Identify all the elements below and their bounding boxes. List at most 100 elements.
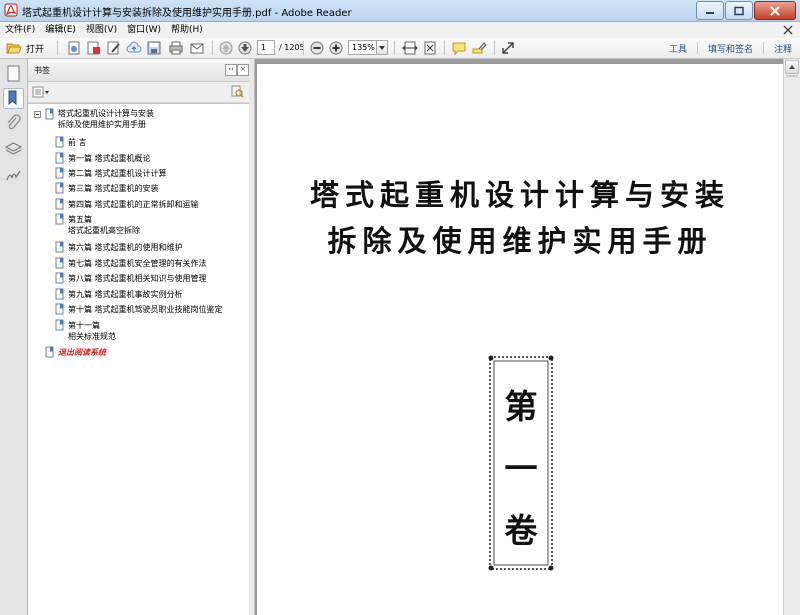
volume-char-1: 第: [504, 387, 538, 426]
next-page-icon[interactable]: [237, 40, 253, 56]
attachments-button[interactable]: [4, 114, 23, 133]
page-number-input[interactable]: 1: [257, 40, 275, 55]
layers-button[interactable]: [4, 140, 23, 159]
fill-sign-link[interactable]: 填写和签名: [708, 42, 753, 55]
bookmark-item-part-8[interactable]: 第八篇 塔式起重机相关知识与使用管理: [68, 273, 207, 284]
bookmark-icon: [55, 167, 64, 179]
open-button[interactable]: 打开: [6, 40, 44, 56]
volume-frame: 第 一 卷: [487, 354, 555, 572]
menu-bar: 文件(F) 编辑(E) 视图(V) 窗口(W) 帮助(H): [0, 22, 800, 39]
bookmark-item-part-6[interactable]: 第六篇 塔式起重机的使用和维护: [68, 242, 183, 253]
fit-width-icon[interactable]: [402, 40, 418, 56]
bookmarks-panel-header: 书签 ‹‹ ×: [28, 59, 249, 82]
print-icon[interactable]: [168, 40, 184, 56]
bookmark-item-part-9[interactable]: 第九篇 塔式起重机事故实例分析: [68, 289, 183, 300]
bookmark-icon: [55, 272, 64, 284]
folder-open-icon: [6, 43, 22, 54]
document-close-icon[interactable]: [782, 24, 794, 36]
menu-view[interactable]: 视图(V): [81, 22, 122, 38]
adobe-reader-icon: [4, 3, 18, 17]
signatures-button[interactable]: [4, 166, 23, 185]
menu-file[interactable]: 文件(F): [0, 22, 40, 38]
scroll-up-button[interactable]: [785, 60, 799, 74]
options-menu-icon[interactable]: [32, 86, 50, 98]
bookmark-icon: [55, 303, 64, 315]
bookmark-tree: 塔式起重机设计计算与安装 拆除及使用维护实用手册 前 言 第一篇 塔式起重机概论…: [28, 103, 249, 615]
collapse-panel-button[interactable]: ‹‹: [225, 64, 237, 76]
close-icon: [770, 5, 780, 16]
collapse-toggle-icon[interactable]: [34, 111, 41, 118]
page-thumbnail-icon: [7, 65, 20, 82]
save-icon[interactable]: [146, 40, 162, 56]
page-thumbnails-button[interactable]: [4, 64, 23, 83]
bookmark-item-root[interactable]: 塔式起重机设计计算与安装 拆除及使用维护实用手册: [58, 108, 154, 130]
vertical-scrollbar[interactable]: [783, 59, 800, 615]
title-bar: 塔式起重机设计计算与安装拆除及使用维护实用手册.pdf - Adobe Read…: [0, 0, 800, 22]
create-pdf-icon[interactable]: [66, 40, 82, 56]
zoom-dropdown-button[interactable]: [377, 40, 388, 55]
email-icon[interactable]: [189, 40, 205, 56]
close-panel-button[interactable]: ×: [237, 64, 249, 76]
bookmark-item-part-5[interactable]: 第五篇 塔式起重机高空拆除: [68, 214, 140, 236]
comment-icon[interactable]: [451, 40, 467, 56]
previous-page-icon[interactable]: [218, 40, 234, 56]
bookmark-item-part-3[interactable]: 第三篇 塔式起重机的安装: [68, 183, 159, 194]
bookmark-icon: [55, 319, 64, 331]
bookmark-item-part-10[interactable]: 第十篇 塔式起重机驾驶员职业技能岗位鉴定: [68, 304, 223, 315]
convert-pdf-icon[interactable]: [86, 40, 102, 56]
bookmark-item-exit[interactable]: 退出阅读系统: [58, 347, 106, 358]
window-title: 塔式起重机设计计算与安装拆除及使用维护实用手册.pdf - Adobe Read…: [22, 8, 352, 19]
menu-edit[interactable]: 编辑(E): [40, 22, 81, 38]
bookmark-icon: [55, 152, 64, 164]
close-button[interactable]: [754, 1, 796, 20]
zoom-level-input[interactable]: 135%: [348, 40, 377, 55]
maximize-icon: [734, 6, 744, 15]
bookmark-icon: [45, 346, 54, 358]
adobe-reader-window: 塔式起重机设计计算与安装拆除及使用维护实用手册.pdf - Adobe Read…: [0, 0, 800, 615]
tools-link[interactable]: 工具: [669, 42, 687, 55]
bookmark-icon: [8, 90, 17, 106]
bookmarks-button[interactable]: [3, 88, 24, 109]
bookmark-item-part-2[interactable]: 第二篇 塔式起重机设计计算: [68, 168, 167, 179]
fit-page-icon[interactable]: [422, 40, 438, 56]
minimize-icon: [706, 11, 714, 14]
maximize-button[interactable]: [725, 1, 753, 20]
volume-char-2: 一: [504, 449, 538, 488]
document-title-line-1: 塔式起重机设计计算与安装: [309, 178, 730, 212]
bookmark-icon: [55, 288, 64, 300]
comment-link[interactable]: 注释: [774, 42, 792, 55]
cloud-upload-icon[interactable]: [126, 40, 142, 56]
find-bookmark-icon[interactable]: [231, 85, 244, 98]
zoom-out-icon[interactable]: [309, 40, 325, 56]
minimize-button[interactable]: [696, 1, 724, 20]
bookmarks-panel-toolbar: [28, 82, 249, 103]
bookmarks-panel: 书签 ‹‹ × 塔式起重机设计计算与安装 拆除及使用维护实用手册 前 言 第一篇: [28, 59, 250, 615]
bookmark-icon: [55, 182, 64, 194]
paperclip-icon: [7, 114, 21, 130]
bookmark-item-part-7[interactable]: 第七篇 塔式起重机安全管理的有关作法: [68, 258, 207, 269]
menu-help[interactable]: 帮助(H): [166, 22, 208, 38]
navigation-pane: [0, 59, 28, 615]
open-label: 打开: [26, 44, 45, 55]
volume-char-3: 卷: [504, 511, 538, 550]
expand-icon[interactable]: [500, 40, 516, 56]
bookmark-item-preface[interactable]: 前 言: [68, 137, 87, 148]
edit-pdf-icon[interactable]: [106, 40, 122, 56]
toolbar: 打开 1 / 1205 135% 工具 填写和签名 注释: [0, 38, 800, 59]
pdf-page: 塔式起重机设计计算与安装 拆除及使用维护实用手册 第 一 卷: [257, 64, 783, 615]
bookmarks-panel-title: 书签: [34, 66, 50, 75]
bookmark-icon: [55, 257, 64, 269]
bookmark-item-part-11[interactable]: 第十一篇 相关标准规范: [68, 320, 116, 342]
bookmark-icon: [55, 136, 64, 148]
bookmark-item-part-4[interactable]: 第四篇 塔式起重机的正常拆卸和运输: [68, 199, 199, 210]
menu-window[interactable]: 窗口(W): [122, 22, 166, 38]
document-view[interactable]: 塔式起重机设计计算与安装 拆除及使用维护实用手册 第 一 卷: [255, 59, 783, 615]
signature-icon: [6, 170, 21, 181]
page-total: / 1205: [279, 43, 305, 52]
scroll-thumb[interactable]: [786, 75, 798, 77]
bookmark-item-part-1[interactable]: 第一篇 塔式起重机概论: [68, 153, 151, 164]
zoom-in-icon[interactable]: [328, 40, 344, 56]
highlight-icon[interactable]: [471, 40, 487, 56]
bookmark-icon: [45, 108, 54, 120]
bookmark-icon: [55, 213, 64, 225]
